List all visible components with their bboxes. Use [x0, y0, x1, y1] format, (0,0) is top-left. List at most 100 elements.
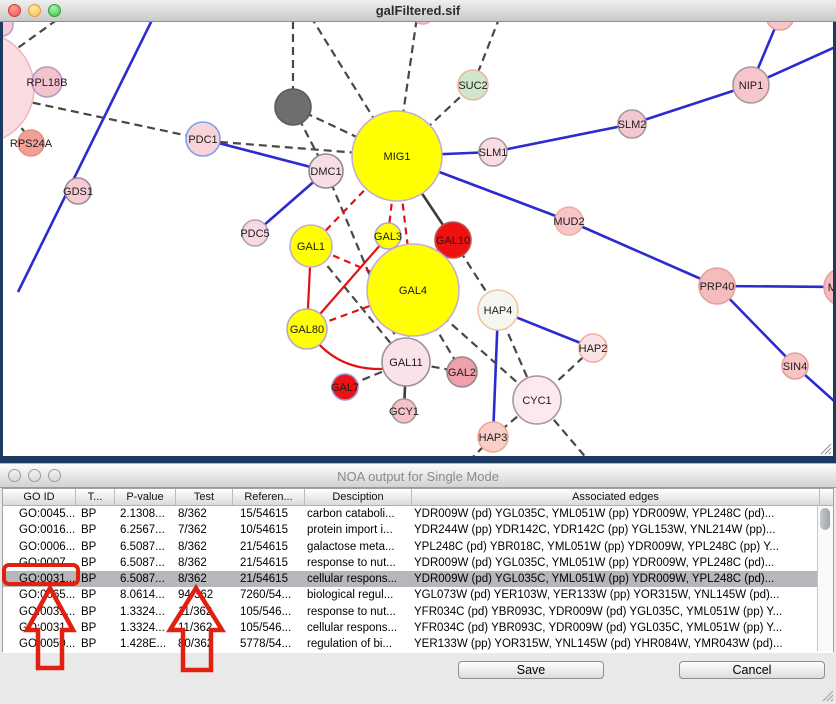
- node-unlabeled[interactable]: [3, 22, 13, 36]
- cell-test[interactable]: 8/362: [176, 555, 233, 571]
- column-header-go[interactable]: GO ID: [3, 489, 76, 505]
- cell-edges[interactable]: YGL073W (pd) YER103W, YER133W (pp) YOR31…: [412, 587, 820, 603]
- column-header-test[interactable]: Test: [176, 489, 233, 505]
- cell-description[interactable]: response to nut...: [305, 555, 412, 571]
- node-nip1[interactable]: NIP1: [733, 67, 769, 103]
- cell-test[interactable]: 8/362: [176, 506, 233, 522]
- noa-titlebar[interactable]: NOA output for Single Mode: [0, 463, 836, 488]
- node-unlabeled[interactable]: [275, 89, 311, 125]
- cell-reference[interactable]: 10/54615: [233, 522, 305, 538]
- node-rps24a[interactable]: RPS24A: [10, 130, 53, 156]
- node-cyc1[interactable]: CYC1: [513, 376, 561, 424]
- cell-go[interactable]: GO:0007...: [3, 555, 76, 571]
- cell-edges[interactable]: YDR009W (pd) YGL035C, YML051W (pp) YDR00…: [412, 555, 820, 571]
- cell-description[interactable]: biological regul...: [305, 587, 412, 603]
- cell-edges[interactable]: YDR244W (pp) YDR142C, YDR142C (pp) YGL15…: [412, 522, 820, 538]
- cell-description[interactable]: cellular respons...: [305, 571, 412, 587]
- node-hap2[interactable]: HAP2: [579, 334, 608, 362]
- cell-test[interactable]: 11/362: [176, 604, 233, 620]
- vertical-scrollbar[interactable]: [817, 506, 833, 651]
- node-gal80[interactable]: GAL80: [287, 309, 327, 349]
- node-pdc5[interactable]: PDC5: [240, 220, 269, 246]
- node-suc2[interactable]: SUC2: [458, 70, 488, 100]
- cell-pvalue[interactable]: 2.1308...: [115, 506, 176, 522]
- cell-edges[interactable]: YER133W (pp) YOR315W, YNL145W (pd) YHR08…: [412, 636, 820, 652]
- table-row[interactable]: GO:0007...BP6.5087...8/36221/54615respon…: [3, 555, 833, 571]
- cell-type[interactable]: BP: [76, 555, 115, 571]
- node-hap4[interactable]: HAP4: [478, 290, 518, 330]
- table-row[interactable]: GO:0050...BP1.428E...80/3625778/54...reg…: [3, 636, 833, 652]
- table-row[interactable]: GO:0016...BP6.2567...7/36210/54615protei…: [3, 522, 833, 538]
- node-pdc1[interactable]: PDC1: [186, 122, 220, 156]
- cell-type[interactable]: BP: [76, 587, 115, 603]
- cell-go[interactable]: GO:0031...: [3, 620, 76, 636]
- cell-pvalue[interactable]: 6.5087...: [115, 571, 176, 587]
- network-canvas[interactable]: RPL18BRPS24AGDS1PDC1DMC1MIG1SUC2SLM1SLM2…: [3, 22, 833, 456]
- node-gal2[interactable]: GAL2: [447, 357, 477, 387]
- scrollbar-thumb[interactable]: [820, 508, 830, 530]
- table-row[interactable]: GO:0031...BP1.3324...11/362105/546...res…: [3, 604, 833, 620]
- cell-description[interactable]: cellular respons...: [305, 620, 412, 636]
- cell-pvalue[interactable]: 1.3324...: [115, 604, 176, 620]
- cell-go[interactable]: GO:0065...: [3, 587, 76, 603]
- cell-pvalue[interactable]: 1.3324...: [115, 620, 176, 636]
- node-gal11[interactable]: GAL11: [382, 338, 430, 386]
- table-row[interactable]: GO:0065...BP8.0614...94/3627260/54...bio…: [3, 587, 833, 603]
- cell-reference[interactable]: 15/54615: [233, 506, 305, 522]
- cell-description[interactable]: regulation of bi...: [305, 636, 412, 652]
- table-row[interactable]: GO:0006...BP6.5087...8/36221/54615galact…: [3, 539, 833, 555]
- cell-go[interactable]: GO:0045...: [3, 506, 76, 522]
- cell-type[interactable]: BP: [76, 522, 115, 538]
- cell-go[interactable]: GO:0006...: [3, 539, 76, 555]
- table-row[interactable]: GO:0045...BP2.1308...8/36215/54615carbon…: [3, 506, 833, 522]
- column-header-pvalue[interactable]: P-value: [115, 489, 176, 505]
- cell-edges[interactable]: YDR009W (pd) YGL035C, YML051W (pp) YDR00…: [412, 571, 820, 587]
- column-header-type[interactable]: T...: [76, 489, 115, 505]
- table-row[interactable]: GO:0031...BP1.3324...11/362105/546...cel…: [3, 620, 833, 636]
- cell-test[interactable]: 94/362: [176, 587, 233, 603]
- cell-test[interactable]: 11/362: [176, 620, 233, 636]
- cell-edges[interactable]: YFR034C (pd) YBR093C, YDR009W (pd) YGL03…: [412, 604, 820, 620]
- node-gcy1[interactable]: GCY1: [389, 399, 419, 423]
- cell-description[interactable]: protein import i...: [305, 522, 412, 538]
- cell-type[interactable]: BP: [76, 506, 115, 522]
- cell-edges[interactable]: YFR034C (pd) YBR093C, YDR009W (pd) YGL03…: [412, 620, 820, 636]
- node-gds1[interactable]: GDS1: [63, 178, 93, 204]
- cell-reference[interactable]: 5778/54...: [233, 636, 305, 652]
- node-slm2[interactable]: SLM2: [618, 110, 647, 138]
- resize-grip-icon[interactable]: [822, 690, 834, 702]
- save-button[interactable]: Save: [458, 661, 604, 679]
- cell-type[interactable]: BP: [76, 571, 115, 587]
- cell-test[interactable]: 8/362: [176, 571, 233, 587]
- node-msn5[interactable]: MSN5: [824, 268, 833, 306]
- cell-pvalue[interactable]: 6.5087...: [115, 555, 176, 571]
- cell-edges[interactable]: YDR009W (pd) YGL035C, YML051W (pp) YDR00…: [412, 506, 820, 522]
- cell-pvalue[interactable]: 1.428E...: [115, 636, 176, 652]
- node-sin4[interactable]: SIN4: [782, 353, 808, 379]
- node-dmc1[interactable]: DMC1: [309, 154, 343, 188]
- cell-test[interactable]: 7/362: [176, 522, 233, 538]
- cell-test[interactable]: 80/362: [176, 636, 233, 652]
- cell-type[interactable]: BP: [76, 620, 115, 636]
- cell-go[interactable]: GO:0016...: [3, 522, 76, 538]
- cell-description[interactable]: response to nut...: [305, 604, 412, 620]
- cell-type[interactable]: BP: [76, 636, 115, 652]
- node-gal7[interactable]: GAL7: [331, 374, 359, 400]
- network-titlebar[interactable]: galFiltered.sif: [0, 0, 836, 22]
- cell-test[interactable]: 8/362: [176, 539, 233, 555]
- node-gal3[interactable]: GAL3: [374, 223, 402, 249]
- node-hap3[interactable]: HAP3: [478, 422, 508, 452]
- cell-type[interactable]: BP: [76, 539, 115, 555]
- cell-go[interactable]: GO:0031...: [3, 604, 76, 620]
- cell-reference[interactable]: 21/54615: [233, 539, 305, 555]
- node-mud2[interactable]: MUD2: [553, 207, 584, 235]
- node-prp40[interactable]: PRP40: [699, 268, 735, 304]
- cell-pvalue[interactable]: 8.0614...: [115, 587, 176, 603]
- column-header-reference[interactable]: Referen...: [233, 489, 305, 505]
- cell-go[interactable]: GO:0050...: [3, 636, 76, 652]
- node-gal4[interactable]: GAL4: [367, 244, 459, 336]
- cell-reference[interactable]: 21/54615: [233, 571, 305, 587]
- cell-description[interactable]: carbon cataboli...: [305, 506, 412, 522]
- node-slm1[interactable]: SLM1: [479, 138, 508, 166]
- column-header-edges[interactable]: Associated edges: [412, 489, 820, 505]
